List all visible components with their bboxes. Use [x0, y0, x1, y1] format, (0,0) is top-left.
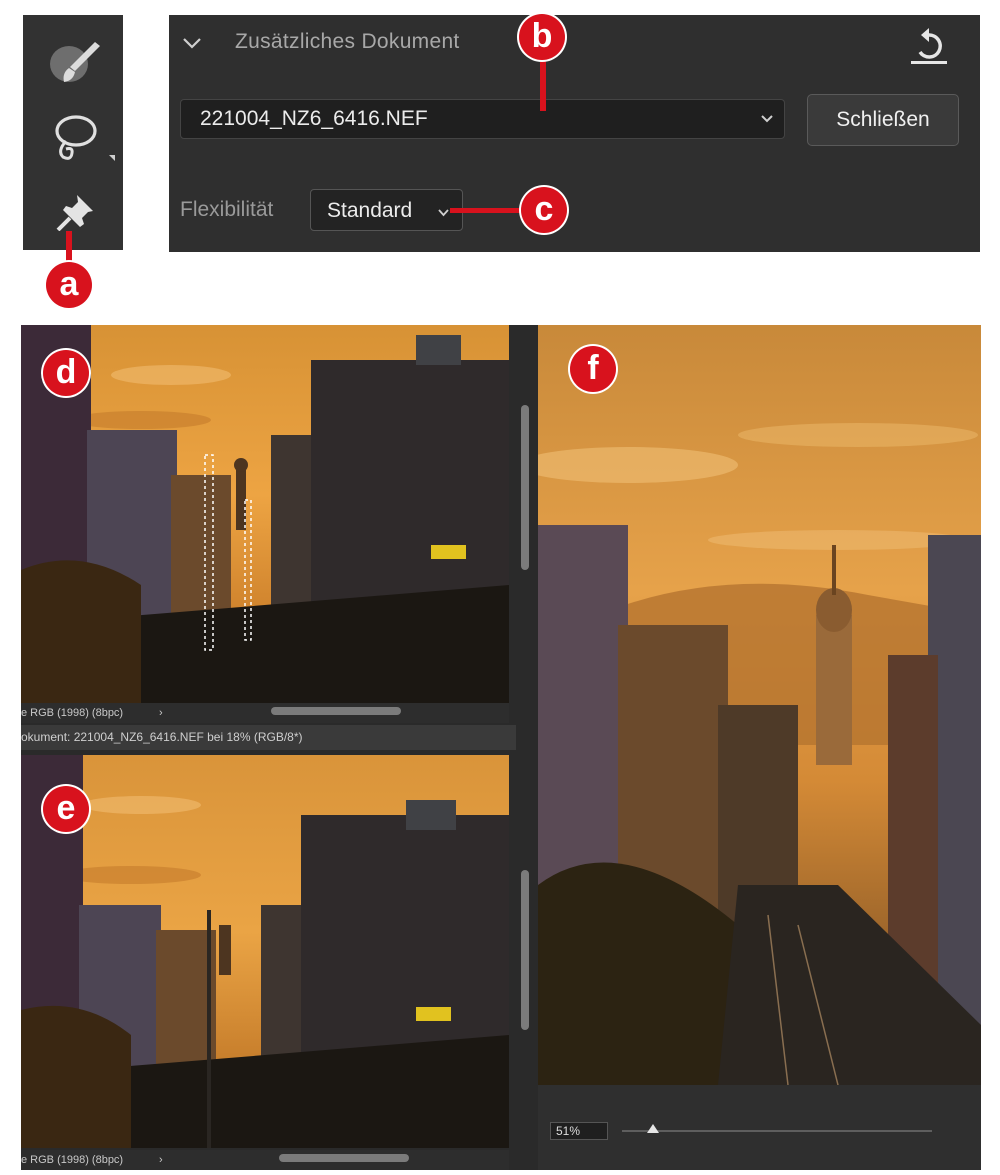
close-button[interactable]: Schließen	[807, 94, 959, 146]
flexibility-select-value: Standard	[327, 199, 413, 222]
city-photo	[21, 755, 509, 1148]
result-image-view[interactable]	[21, 755, 509, 1148]
callout-b-line	[540, 55, 546, 111]
callout-a: a	[46, 262, 92, 308]
brush-icon[interactable]	[47, 37, 105, 85]
document-select-value: 221004_NZ6_6416.NEF	[200, 107, 428, 130]
document-select[interactable]: 221004_NZ6_6416.NEF	[180, 99, 785, 139]
zoom-input[interactable]: 51%	[550, 1122, 608, 1140]
original-image-view[interactable]	[21, 325, 509, 703]
document-tab[interactable]: okument: 221004_NZ6_6416.NEF bei 18% (RG…	[21, 725, 516, 750]
lasso-icon[interactable]	[51, 111, 117, 169]
pin-icon[interactable]	[53, 191, 99, 231]
city-photo	[21, 325, 509, 703]
zoom-bar: 51%	[538, 1085, 981, 1170]
workspace: e RGB (1998) (8bpc) › okument: 221004_NZ…	[21, 325, 981, 1170]
chevron-down-icon	[438, 209, 449, 217]
panel-title: Zusätzliches Dokument	[235, 30, 460, 53]
callout-d: d	[43, 350, 89, 396]
callout-c: c	[521, 187, 567, 233]
additional-document-panel: Zusätzliches Dokument 221004_NZ6_6416.NE…	[169, 15, 980, 252]
chevron-down-icon[interactable]	[181, 35, 203, 51]
status-text-top: e RGB (1998) (8bpc)	[21, 707, 124, 719]
callout-c-line	[450, 208, 522, 213]
source-image-preview[interactable]	[538, 325, 981, 1085]
document-tab-title: okument: 221004_NZ6_6416.NEF bei 18% (RG…	[21, 730, 303, 744]
callout-e: e	[43, 786, 89, 832]
scrollbar-vertical-bottom[interactable]	[521, 870, 529, 1030]
callout-b: b	[519, 14, 565, 60]
status-bar-bottom: e RGB (1998) (8bpc) ›	[21, 1150, 509, 1170]
chevron-down-icon	[761, 115, 773, 123]
city-photo	[538, 325, 981, 1085]
status-chevron-icon[interactable]: ›	[159, 1150, 163, 1170]
reset-icon[interactable]	[907, 27, 955, 67]
status-text-bottom: e RGB (1998) (8bpc)	[21, 1154, 124, 1166]
zoom-slider-track[interactable]	[622, 1130, 932, 1132]
scrollbar-horizontal-top[interactable]	[271, 707, 401, 715]
scrollbar-horizontal-bottom[interactable]	[279, 1154, 409, 1162]
zoom-slider-thumb[interactable]	[647, 1124, 659, 1133]
callout-f: f	[570, 346, 616, 392]
scrollbar-vertical-top[interactable]	[521, 405, 529, 570]
status-bar-top: e RGB (1998) (8bpc) ›	[21, 703, 509, 723]
flexibility-select[interactable]: Standard	[310, 189, 463, 231]
status-chevron-icon[interactable]: ›	[159, 703, 163, 723]
flexibility-label: Flexibilität	[180, 198, 274, 221]
tools-panel	[23, 15, 123, 250]
callout-a-line	[66, 231, 72, 265]
